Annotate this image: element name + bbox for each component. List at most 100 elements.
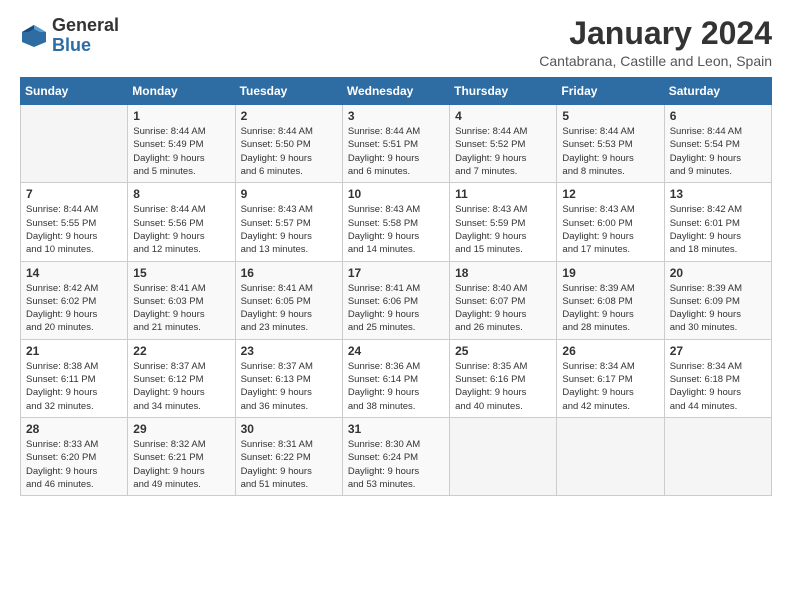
day-number: 28: [26, 422, 122, 436]
day-cell: 13 Sunrise: 8:42 AM Sunset: 6:01 PM Dayli…: [664, 183, 771, 261]
day-cell: 11 Sunrise: 8:43 AM Sunset: 5:59 PM Dayli…: [450, 183, 557, 261]
day-number: 15: [133, 266, 229, 280]
day-number: 27: [670, 344, 766, 358]
day-info: Sunrise: 8:44 AM Sunset: 5:52 PM Dayligh…: [455, 125, 551, 178]
day-number: 24: [348, 344, 444, 358]
day-info: Sunrise: 8:41 AM Sunset: 6:06 PM Dayligh…: [348, 282, 444, 335]
day-info: Sunrise: 8:42 AM Sunset: 6:02 PM Dayligh…: [26, 282, 122, 335]
col-wednesday: Wednesday: [342, 78, 449, 105]
day-info: Sunrise: 8:41 AM Sunset: 6:05 PM Dayligh…: [241, 282, 337, 335]
col-thursday: Thursday: [450, 78, 557, 105]
day-number: 2: [241, 109, 337, 123]
day-number: 4: [455, 109, 551, 123]
day-cell: 4 Sunrise: 8:44 AM Sunset: 5:52 PM Daylig…: [450, 105, 557, 183]
day-cell: 15 Sunrise: 8:41 AM Sunset: 6:03 PM Dayli…: [128, 261, 235, 339]
week-row-1: 1Sunrise: 8:44 AM Sunset: 5:49 PM Daylig…: [21, 105, 772, 183]
day-info: Sunrise: 8:44 AM Sunset: 5:53 PM Dayligh…: [562, 125, 658, 178]
day-number: 5: [562, 109, 658, 123]
week-row-5: 28 Sunrise: 8:33 AM Sunset: 6:20 PM Dayli…: [21, 417, 772, 495]
day-info: Sunrise: 8:34 AM Sunset: 6:18 PM Dayligh…: [670, 360, 766, 413]
day-cell: 1Sunrise: 8:44 AM Sunset: 5:49 PM Daylig…: [128, 105, 235, 183]
day-info: Sunrise: 8:42 AM Sunset: 6:01 PM Dayligh…: [670, 203, 766, 256]
day-cell: 29 Sunrise: 8:32 AM Sunset: 6:21 PM Dayli…: [128, 417, 235, 495]
day-info: Sunrise: 8:40 AM Sunset: 6:07 PM Dayligh…: [455, 282, 551, 335]
day-cell: 27 Sunrise: 8:34 AM Sunset: 6:18 PM Dayli…: [664, 339, 771, 417]
day-info: Sunrise: 8:37 AM Sunset: 6:13 PM Dayligh…: [241, 360, 337, 413]
day-cell: 7Sunrise: 8:44 AM Sunset: 5:55 PM Daylig…: [21, 183, 128, 261]
week-row-2: 7Sunrise: 8:44 AM Sunset: 5:55 PM Daylig…: [21, 183, 772, 261]
col-sunday: Sunday: [21, 78, 128, 105]
logo-text: General Blue: [52, 16, 119, 56]
day-info: Sunrise: 8:44 AM Sunset: 5:50 PM Dayligh…: [241, 125, 337, 178]
day-info: Sunrise: 8:44 AM Sunset: 5:56 PM Dayligh…: [133, 203, 229, 256]
day-cell: 21Sunrise: 8:38 AM Sunset: 6:11 PM Dayli…: [21, 339, 128, 417]
location-subtitle: Cantabrana, Castille and Leon, Spain: [539, 53, 772, 69]
header-row: Sunday Monday Tuesday Wednesday Thursday…: [21, 78, 772, 105]
day-cell: 25 Sunrise: 8:35 AM Sunset: 6:16 PM Dayli…: [450, 339, 557, 417]
day-info: Sunrise: 8:43 AM Sunset: 6:00 PM Dayligh…: [562, 203, 658, 256]
day-number: 16: [241, 266, 337, 280]
day-cell: 22 Sunrise: 8:37 AM Sunset: 6:12 PM Dayli…: [128, 339, 235, 417]
day-info: Sunrise: 8:35 AM Sunset: 6:16 PM Dayligh…: [455, 360, 551, 413]
page: General Blue January 2024 Cantabrana, Ca…: [0, 0, 792, 612]
day-number: 14: [26, 266, 122, 280]
day-cell: 23Sunrise: 8:37 AM Sunset: 6:13 PM Dayli…: [235, 339, 342, 417]
day-number: 13: [670, 187, 766, 201]
day-info: Sunrise: 8:43 AM Sunset: 5:57 PM Dayligh…: [241, 203, 337, 256]
week-row-4: 21Sunrise: 8:38 AM Sunset: 6:11 PM Dayli…: [21, 339, 772, 417]
day-info: Sunrise: 8:37 AM Sunset: 6:12 PM Dayligh…: [133, 360, 229, 413]
logo-icon: [20, 22, 48, 50]
day-info: Sunrise: 8:33 AM Sunset: 6:20 PM Dayligh…: [26, 438, 122, 491]
day-info: Sunrise: 8:31 AM Sunset: 6:22 PM Dayligh…: [241, 438, 337, 491]
logo-blue-text: Blue: [52, 35, 91, 55]
day-cell: [450, 417, 557, 495]
day-number: 25: [455, 344, 551, 358]
day-cell: 18 Sunrise: 8:40 AM Sunset: 6:07 PM Dayli…: [450, 261, 557, 339]
day-cell: 6Sunrise: 8:44 AM Sunset: 5:54 PM Daylig…: [664, 105, 771, 183]
day-number: 12: [562, 187, 658, 201]
logo: General Blue: [20, 16, 119, 56]
day-number: 10: [348, 187, 444, 201]
day-info: Sunrise: 8:43 AM Sunset: 5:58 PM Dayligh…: [348, 203, 444, 256]
day-number: 22: [133, 344, 229, 358]
day-cell: 24Sunrise: 8:36 AM Sunset: 6:14 PM Dayli…: [342, 339, 449, 417]
day-number: 1: [133, 109, 229, 123]
day-number: 29: [133, 422, 229, 436]
day-cell: 30 Sunrise: 8:31 AM Sunset: 6:22 PM Dayli…: [235, 417, 342, 495]
day-info: Sunrise: 8:32 AM Sunset: 6:21 PM Dayligh…: [133, 438, 229, 491]
day-info: Sunrise: 8:30 AM Sunset: 6:24 PM Dayligh…: [348, 438, 444, 491]
day-number: 11: [455, 187, 551, 201]
col-saturday: Saturday: [664, 78, 771, 105]
col-friday: Friday: [557, 78, 664, 105]
day-number: 9: [241, 187, 337, 201]
day-cell: 20Sunrise: 8:39 AM Sunset: 6:09 PM Dayli…: [664, 261, 771, 339]
day-cell: 26Sunrise: 8:34 AM Sunset: 6:17 PM Dayli…: [557, 339, 664, 417]
day-number: 21: [26, 344, 122, 358]
col-tuesday: Tuesday: [235, 78, 342, 105]
day-cell: 3Sunrise: 8:44 AM Sunset: 5:51 PM Daylig…: [342, 105, 449, 183]
day-info: Sunrise: 8:39 AM Sunset: 6:09 PM Dayligh…: [670, 282, 766, 335]
day-info: Sunrise: 8:41 AM Sunset: 6:03 PM Dayligh…: [133, 282, 229, 335]
day-cell: 9 Sunrise: 8:43 AM Sunset: 5:57 PM Daylig…: [235, 183, 342, 261]
day-number: 7: [26, 187, 122, 201]
day-number: 19: [562, 266, 658, 280]
day-cell: 14 Sunrise: 8:42 AM Sunset: 6:02 PM Dayli…: [21, 261, 128, 339]
day-cell: 28 Sunrise: 8:33 AM Sunset: 6:20 PM Dayli…: [21, 417, 128, 495]
day-number: 17: [348, 266, 444, 280]
month-title: January 2024: [539, 16, 772, 51]
day-cell: 17 Sunrise: 8:41 AM Sunset: 6:06 PM Dayli…: [342, 261, 449, 339]
day-number: 30: [241, 422, 337, 436]
day-cell: 10 Sunrise: 8:43 AM Sunset: 5:58 PM Dayli…: [342, 183, 449, 261]
logo-general: General: [52, 15, 119, 35]
day-cell: [21, 105, 128, 183]
day-number: 8: [133, 187, 229, 201]
day-cell: [557, 417, 664, 495]
day-info: Sunrise: 8:39 AM Sunset: 6:08 PM Dayligh…: [562, 282, 658, 335]
day-number: 18: [455, 266, 551, 280]
day-info: Sunrise: 8:43 AM Sunset: 5:59 PM Dayligh…: [455, 203, 551, 256]
col-monday: Monday: [128, 78, 235, 105]
day-cell: [664, 417, 771, 495]
day-info: Sunrise: 8:44 AM Sunset: 5:54 PM Dayligh…: [670, 125, 766, 178]
title-block: January 2024 Cantabrana, Castille and Le…: [539, 16, 772, 69]
day-cell: 12 Sunrise: 8:43 AM Sunset: 6:00 PM Dayli…: [557, 183, 664, 261]
